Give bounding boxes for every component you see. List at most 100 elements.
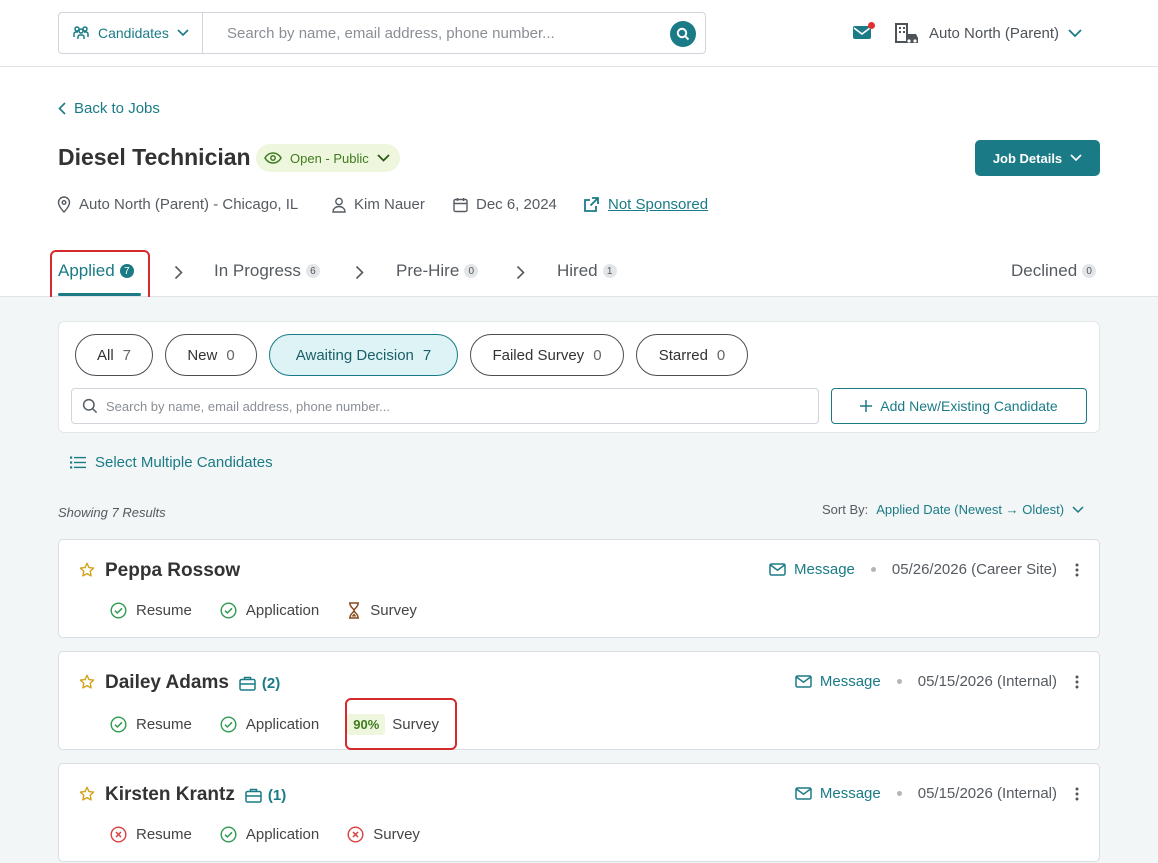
candidate-card[interactable]: Dailey Adams (2) Message 05/15/2026 (Int… — [58, 651, 1100, 750]
tab-count: 0 — [1082, 264, 1097, 278]
search-submit-button[interactable] — [670, 21, 696, 47]
survey-label: Survey — [370, 602, 417, 619]
filter-label: Awaiting Decision — [295, 346, 414, 364]
star-icon[interactable] — [79, 786, 95, 802]
candidate-checklist: Resume Application Survey — [110, 826, 448, 843]
top-bar: Candidates Search by name, email address… — [0, 0, 1158, 67]
star-icon[interactable] — [79, 562, 95, 578]
tab-declined[interactable]: Declined 0 — [1011, 261, 1097, 281]
job-status-dropdown[interactable]: Open - Public — [256, 144, 400, 172]
check-circle-icon — [110, 716, 127, 733]
other-applications-link[interactable]: (1) — [245, 787, 286, 804]
sponsorship-text: Not Sponsored — [608, 196, 709, 213]
check-circle-icon — [220, 602, 237, 619]
filter-count: 0 — [716, 346, 726, 364]
candidate-name[interactable]: Dailey Adams — [105, 672, 229, 694]
application-status[interactable]: Application — [220, 826, 319, 843]
resume-label: Resume — [136, 602, 192, 619]
application-status[interactable]: Application — [220, 602, 319, 619]
star-icon[interactable] — [79, 674, 95, 690]
filter-new[interactable]: New 0 — [165, 334, 257, 376]
candidate-search-input[interactable]: Search by name, email address, phone num… — [71, 388, 819, 424]
user-icon — [332, 197, 346, 213]
filter-label: Starred — [658, 346, 708, 364]
candidate-card[interactable]: Kirsten Krantz (1) Message 05/15/2026 (I… — [58, 763, 1100, 862]
message-label: Message — [794, 561, 855, 578]
people-icon — [72, 25, 90, 41]
job-location-text: Auto North (Parent) - Chicago, IL — [79, 196, 299, 213]
select-multiple-button[interactable]: Select Multiple Candidates — [70, 454, 273, 471]
org-name: Auto North (Parent) — [929, 24, 1060, 42]
tab-hired[interactable]: Hired 1 — [557, 261, 617, 281]
more-options-icon[interactable] — [1075, 787, 1079, 801]
application-status[interactable]: Application — [220, 716, 319, 733]
survey-status[interactable]: Survey — [347, 826, 420, 843]
x-circle-icon — [347, 826, 364, 843]
filter-starred[interactable]: Starred 0 — [636, 334, 748, 376]
tab-count: 1 — [602, 264, 617, 278]
filter-all[interactable]: All 7 — [75, 334, 153, 376]
resume-status[interactable]: Resume — [110, 602, 192, 619]
message-button[interactable]: Message — [769, 561, 855, 578]
message-button[interactable]: Message — [795, 785, 881, 802]
more-options-icon[interactable] — [1075, 563, 1079, 577]
external-link-icon — [583, 196, 600, 213]
tab-in-progress[interactable]: In Progress 6 — [214, 261, 320, 281]
job-status-label: Open - Public — [290, 150, 369, 166]
more-options-icon[interactable] — [1075, 675, 1079, 689]
search-scope-dropdown[interactable]: Candidates — [58, 12, 203, 54]
message-label: Message — [819, 673, 881, 690]
sponsorship-link[interactable]: Not Sponsored — [583, 196, 708, 213]
message-button[interactable]: Message — [795, 673, 881, 690]
envelope-icon — [769, 563, 786, 576]
back-to-jobs-link[interactable]: Back to Jobs — [58, 100, 160, 117]
other-applications-link[interactable]: (2) — [239, 675, 280, 692]
job-recruiter-text: Kim Nauer — [354, 196, 425, 213]
other-applications-count: (2) — [261, 674, 281, 692]
job-details-button[interactable]: Job Details — [975, 140, 1100, 176]
envelope-icon — [795, 787, 812, 800]
unread-dot — [868, 22, 875, 29]
org-switcher[interactable]: Auto North (Parent) — [894, 22, 1082, 44]
chevron-down-icon — [377, 154, 390, 162]
candidate-name[interactable]: Peppa Rossow — [105, 560, 240, 582]
check-circle-icon — [220, 716, 237, 733]
global-search-placeholder: Search by name, email address, phone num… — [227, 24, 555, 42]
tab-count: 0 — [464, 264, 479, 278]
filter-label: Failed Survey — [492, 346, 585, 364]
global-search-input[interactable]: Search by name, email address, phone num… — [202, 12, 706, 54]
filter-label: All — [96, 346, 114, 364]
x-circle-icon — [110, 826, 127, 843]
chevron-down-icon — [177, 29, 189, 37]
chevron-down-icon — [1072, 505, 1084, 514]
sort-dropdown[interactable]: Sort By: Applied Date (Newest → Oldest) — [822, 502, 1084, 517]
filter-failed-survey[interactable]: Failed Survey 0 — [470, 334, 624, 376]
select-multiple-label: Select Multiple Candidates — [95, 454, 273, 471]
job-details-label: Job Details — [992, 150, 1063, 166]
candidate-name-row: Dailey Adams (2) — [105, 672, 280, 694]
separator-dot — [870, 567, 876, 572]
job-posted-date: Dec 6, 2024 — [453, 196, 557, 213]
resume-status[interactable]: Resume — [110, 826, 192, 843]
filter-count: 0 — [593, 346, 602, 364]
check-circle-icon — [110, 602, 127, 619]
application-label: Application — [245, 716, 320, 733]
filter-awaiting-decision[interactable]: Awaiting Decision 7 — [269, 334, 458, 376]
filter-count: 7 — [422, 346, 432, 364]
highlight-box — [345, 698, 457, 750]
tab-label: Hired — [557, 261, 598, 280]
survey-status[interactable]: Survey — [347, 602, 417, 619]
sort-label: Sort By: — [822, 502, 869, 517]
candidate-actions: Message 05/26/2026 (Career Site) — [769, 561, 1079, 578]
candidate-card[interactable]: Peppa Rossow Message 05/26/2026 (Career … — [58, 539, 1100, 638]
search-icon — [676, 27, 690, 41]
candidate-search-placeholder: Search by name, email address, phone num… — [106, 398, 390, 414]
add-candidate-label: Add New/Existing Candidate — [880, 398, 1058, 414]
filter-label: New — [187, 346, 218, 364]
candidate-name[interactable]: Kirsten Krantz — [105, 784, 235, 806]
check-circle-icon — [220, 826, 237, 843]
add-candidate-button[interactable]: Add New/Existing Candidate — [831, 388, 1087, 424]
tab-pre-hire[interactable]: Pre-Hire 0 — [396, 261, 479, 281]
candidate-name-row: Peppa Rossow — [105, 560, 240, 582]
resume-status[interactable]: Resume — [110, 716, 192, 733]
